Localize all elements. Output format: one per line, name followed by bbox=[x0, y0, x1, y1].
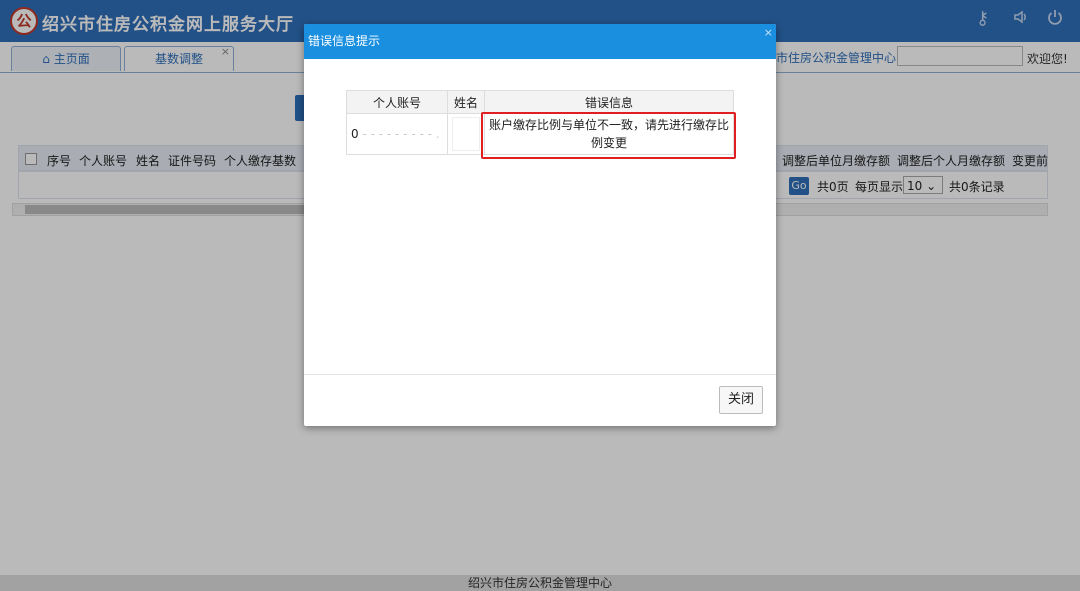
cell-name bbox=[447, 113, 485, 155]
close-button[interactable]: 关闭 bbox=[719, 386, 763, 414]
error-highlight-box bbox=[481, 112, 736, 159]
cell-account: 0 - - - - - - - - - . bbox=[346, 113, 448, 155]
col-header-name: 姓名 bbox=[447, 90, 485, 114]
dialog-title: 错误信息提示 bbox=[304, 24, 776, 59]
col-header-account: 个人账号 bbox=[346, 90, 448, 114]
col-header-error: 错误信息 bbox=[484, 90, 734, 114]
dialog-close-icon[interactable]: × bbox=[764, 26, 773, 39]
error-dialog: 错误信息提示 × 个人账号 姓名 错误信息 0 - - - - - - - - … bbox=[304, 24, 776, 426]
dialog-divider bbox=[304, 374, 776, 375]
